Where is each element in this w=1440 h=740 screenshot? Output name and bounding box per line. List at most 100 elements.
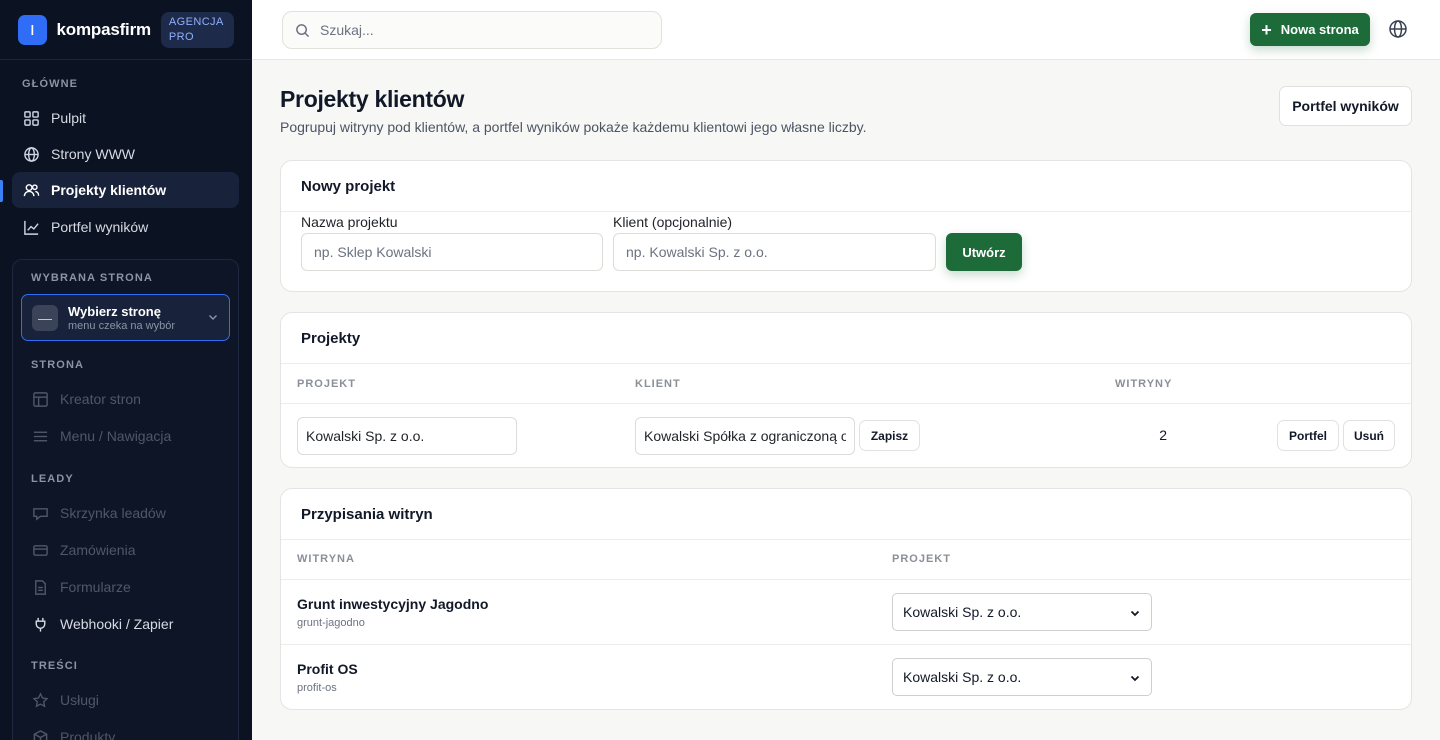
brand-logo-icon[interactable]: ǀ (18, 14, 47, 45)
sidebar-item-label: Strony WWW (51, 146, 135, 162)
project-name-field[interactable] (297, 417, 517, 455)
sidebar-item-skrzynka-leadow[interactable]: Skrzynka leadów (31, 498, 166, 528)
language-globe-icon[interactable] (1388, 19, 1408, 39)
page-subtitle: Pogrupuj witryny pod klientów, a portfel… (280, 119, 867, 135)
chart-line-icon (22, 218, 40, 236)
sidebar-item-label: Zamówienia (60, 542, 136, 558)
sidebar-item-label: Projekty klientów (51, 182, 167, 198)
menu-icon (31, 427, 49, 445)
sidebar-item-label: Webhooki / Zapier (60, 616, 174, 632)
sidebar-item-menu-nawigacja[interactable]: Menu / Nawigacja (31, 421, 171, 451)
column-header-project: PROJEKT (892, 553, 951, 565)
sidebar-item-strony-www[interactable]: Strony WWW (12, 136, 239, 172)
site-slug: profit-os (297, 682, 337, 694)
divider (281, 403, 1411, 404)
plug-icon (31, 615, 49, 633)
selected-site-panel: WYBRANA STRONA — Wybierz stronę menu cze… (12, 259, 239, 740)
client-input[interactable] (613, 233, 936, 271)
section-label-site: STRONA (31, 359, 85, 371)
sites-count: 2 (1159, 427, 1167, 443)
divider (281, 644, 1411, 645)
form-icon (31, 578, 49, 596)
sidebar-item-label: Portfel wyników (51, 219, 149, 235)
site-avatar: — (32, 304, 58, 331)
portfolio-row-button[interactable]: Portfel (1277, 420, 1339, 451)
new-project-card: Nowy projekt Nazwa projektu Klient (opcj… (280, 160, 1412, 292)
column-header-client: KLIENT (635, 378, 681, 390)
save-button[interactable]: Zapisz (859, 420, 920, 451)
create-project-button[interactable]: Utwórz (946, 233, 1022, 271)
site-name: Grunt inwestycyjny Jagodno (297, 596, 489, 612)
sidebar-item-zamowienia[interactable]: Zamówienia (31, 535, 135, 565)
site-picker-title: Wybierz stronę (68, 303, 161, 319)
chevron-down-icon (1130, 610, 1140, 617)
site-picker-text: Wybierz stronę menu czeka na wybór (68, 304, 175, 332)
card-icon (31, 541, 49, 559)
project-select-value: Kowalski Sp. z o.o. (903, 669, 1022, 685)
chevron-down-icon (1130, 675, 1140, 682)
new-site-button[interactable]: + Nowa strona (1250, 13, 1370, 46)
sidebar-item-portfel-wynikow[interactable]: Portfel wyników (12, 209, 239, 245)
portfolio-button[interactable]: Portfel wyników (1279, 86, 1412, 126)
project-select-value: Kowalski Sp. z o.o. (903, 604, 1022, 620)
client-name-field[interactable] (635, 417, 855, 455)
sidebar-item-formularze[interactable]: Formularze (31, 572, 131, 602)
sidebar-item-label: Skrzynka leadów (60, 505, 166, 521)
globe-icon (22, 145, 40, 163)
sidebar-item-label: Pulpit (51, 110, 87, 126)
project-select[interactable]: Kowalski Sp. z o.o. (892, 658, 1152, 696)
divider (281, 579, 1411, 580)
projects-card: Projekty PROJEKT KLIENT WITRYNY Zapisz 2… (280, 312, 1412, 468)
section-label-leads: LEADY (31, 473, 74, 485)
page-title: Projekty klientów (280, 86, 465, 112)
sidebar-item-label: Menu / Nawigacja (60, 428, 172, 444)
sidebar-item-projekty-klientow[interactable]: Projekty klientów (12, 172, 239, 208)
search-box[interactable] (282, 11, 662, 49)
site-picker[interactable]: — Wybierz stronę menu czeka na wybór (21, 294, 230, 341)
sidebar-item-label: Produkty (60, 729, 116, 740)
assignments-heading: Przypisania witryn (281, 489, 1411, 540)
projects-heading: Projekty (281, 313, 1411, 364)
project-select[interactable]: Kowalski Sp. z o.o. (892, 593, 1152, 631)
sidebar-item-kreator-stron[interactable]: Kreator stron (31, 384, 141, 414)
site-assignments-card: Przypisania witryn WITRYNA PROJEKT Grunt… (280, 488, 1412, 710)
delete-button[interactable]: Usuń (1343, 420, 1395, 451)
brand: ǀ kompasfirm AGENCJA PRO (0, 0, 252, 60)
topbar: + Nowa strona (252, 0, 1440, 60)
plan-badge: AGENCJA PRO (160, 11, 234, 48)
site-name: Profit OS (297, 661, 358, 677)
search-icon (296, 23, 310, 37)
sidebar-item-label: Usługi (60, 692, 99, 708)
project-name-label: Nazwa projektu (301, 214, 398, 230)
search-input[interactable] (320, 22, 640, 38)
site-slug: grunt-jagodno (297, 617, 365, 629)
sidebar-item-uslugi[interactable]: Usługi (31, 685, 99, 715)
site-picker-subtitle: menu czeka na wybór (68, 319, 175, 332)
active-indicator (0, 180, 3, 202)
sidebar-item-produkty[interactable]: Produkty (31, 722, 115, 740)
column-header-sites: WITRYNY (1115, 378, 1173, 390)
grid-icon (22, 109, 40, 127)
star-icon (31, 691, 49, 709)
sidebar-item-label: Kreator stron (60, 391, 141, 407)
sidebar-item-pulpit[interactable]: Pulpit (12, 100, 239, 136)
sidebar-item-webhooki-zapier[interactable]: Webhooki / Zapier (31, 609, 173, 639)
users-icon (22, 181, 40, 199)
sidebar: ǀ kompasfirm AGENCJA PRO GŁÓWNE Pulpit S… (0, 0, 252, 740)
section-label-content: TREŚCI (31, 660, 78, 672)
layout-icon (31, 390, 49, 408)
box-icon (31, 728, 49, 740)
new-project-heading: Nowy projekt (281, 161, 1411, 212)
sidebar-item-label: Formularze (60, 579, 131, 595)
column-header-project: PROJEKT (297, 378, 356, 390)
brand-name[interactable]: kompasfirm (57, 20, 152, 40)
section-label-main: GŁÓWNE (22, 78, 79, 90)
inbox-icon (31, 504, 49, 522)
new-site-button-label: Nowa strona (1280, 22, 1359, 37)
client-label: Klient (opcjonalnie) (613, 214, 733, 230)
chevron-down-icon (209, 315, 217, 320)
column-header-site: WITRYNA (297, 553, 355, 565)
section-label-selected-site: WYBRANA STRONA (31, 272, 153, 284)
project-name-input[interactable] (301, 233, 603, 271)
plus-icon: + (1261, 19, 1272, 40)
